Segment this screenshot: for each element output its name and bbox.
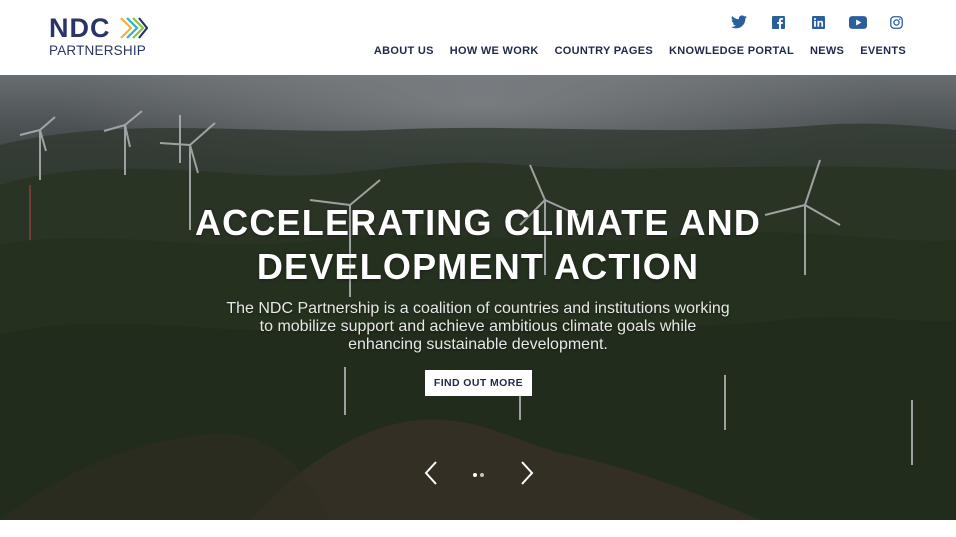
social-links (730, 13, 910, 33)
chevron-left-icon (424, 461, 437, 485)
hero-text-line-1: The NDC Partnership is a coalition of co… (226, 300, 730, 317)
site-header: NDC PARTNERSHIP ABOUT US HOW WE WORK COU… (0, 0, 956, 75)
nav-country-pages[interactable]: COUNTRY PAGES (555, 44, 653, 58)
logo-wordmark: NDC (49, 13, 111, 43)
hero-text-line-3: enhancing sustainable development. (348, 336, 608, 353)
nav-events[interactable]: EVENTS (860, 44, 906, 58)
hero-slider: ACCELERATING CLIMATE AND DEVELOPMENT ACT… (0, 75, 956, 520)
facebook-icon[interactable] (769, 13, 787, 31)
hero-title-line-1: ACCELERATING CLIMATE AND (194, 202, 762, 243)
hero-overlay (0, 75, 956, 520)
slider-dot-2[interactable] (480, 473, 484, 477)
slider-prev-arrow[interactable] (421, 460, 441, 486)
logo-subtitle: PARTNERSHIP (49, 43, 146, 58)
youtube-icon[interactable] (848, 13, 868, 31)
find-out-more-button[interactable]: FIND OUT MORE (425, 370, 532, 396)
linkedin-icon[interactable] (809, 13, 827, 31)
hero-title-line-2: DEVELOPMENT ACTION (256, 246, 700, 287)
twitter-icon[interactable] (730, 13, 748, 31)
hero-description: The NDC Partnership is a coalition of co… (190, 300, 766, 354)
nav-knowledge-portal[interactable]: KNOWLEDGE PORTAL (669, 44, 794, 58)
instagram-icon[interactable] (887, 13, 905, 31)
hero-title: ACCELERATING CLIMATE AND DEVELOPMENT ACT… (0, 201, 956, 289)
nav-news[interactable]: NEWS (810, 44, 844, 58)
slider-dot-1[interactable] (473, 473, 477, 477)
slider-dots (470, 473, 490, 479)
chevron-right-icon (521, 461, 534, 485)
slider-next-arrow[interactable] (517, 460, 537, 486)
nav-how-we-work[interactable]: HOW WE WORK (450, 44, 539, 58)
hero-text-line-2: to mobilize support and achieve ambitiou… (259, 318, 697, 335)
logo-chevrons-icon (120, 17, 148, 39)
main-nav: ABOUT US HOW WE WORK COUNTRY PAGES KNOWL… (374, 44, 906, 58)
nav-about-us[interactable]: ABOUT US (374, 44, 434, 58)
ndc-partnership-logo[interactable]: NDC PARTNERSHIP (49, 14, 159, 60)
below-hero-area (0, 520, 956, 537)
